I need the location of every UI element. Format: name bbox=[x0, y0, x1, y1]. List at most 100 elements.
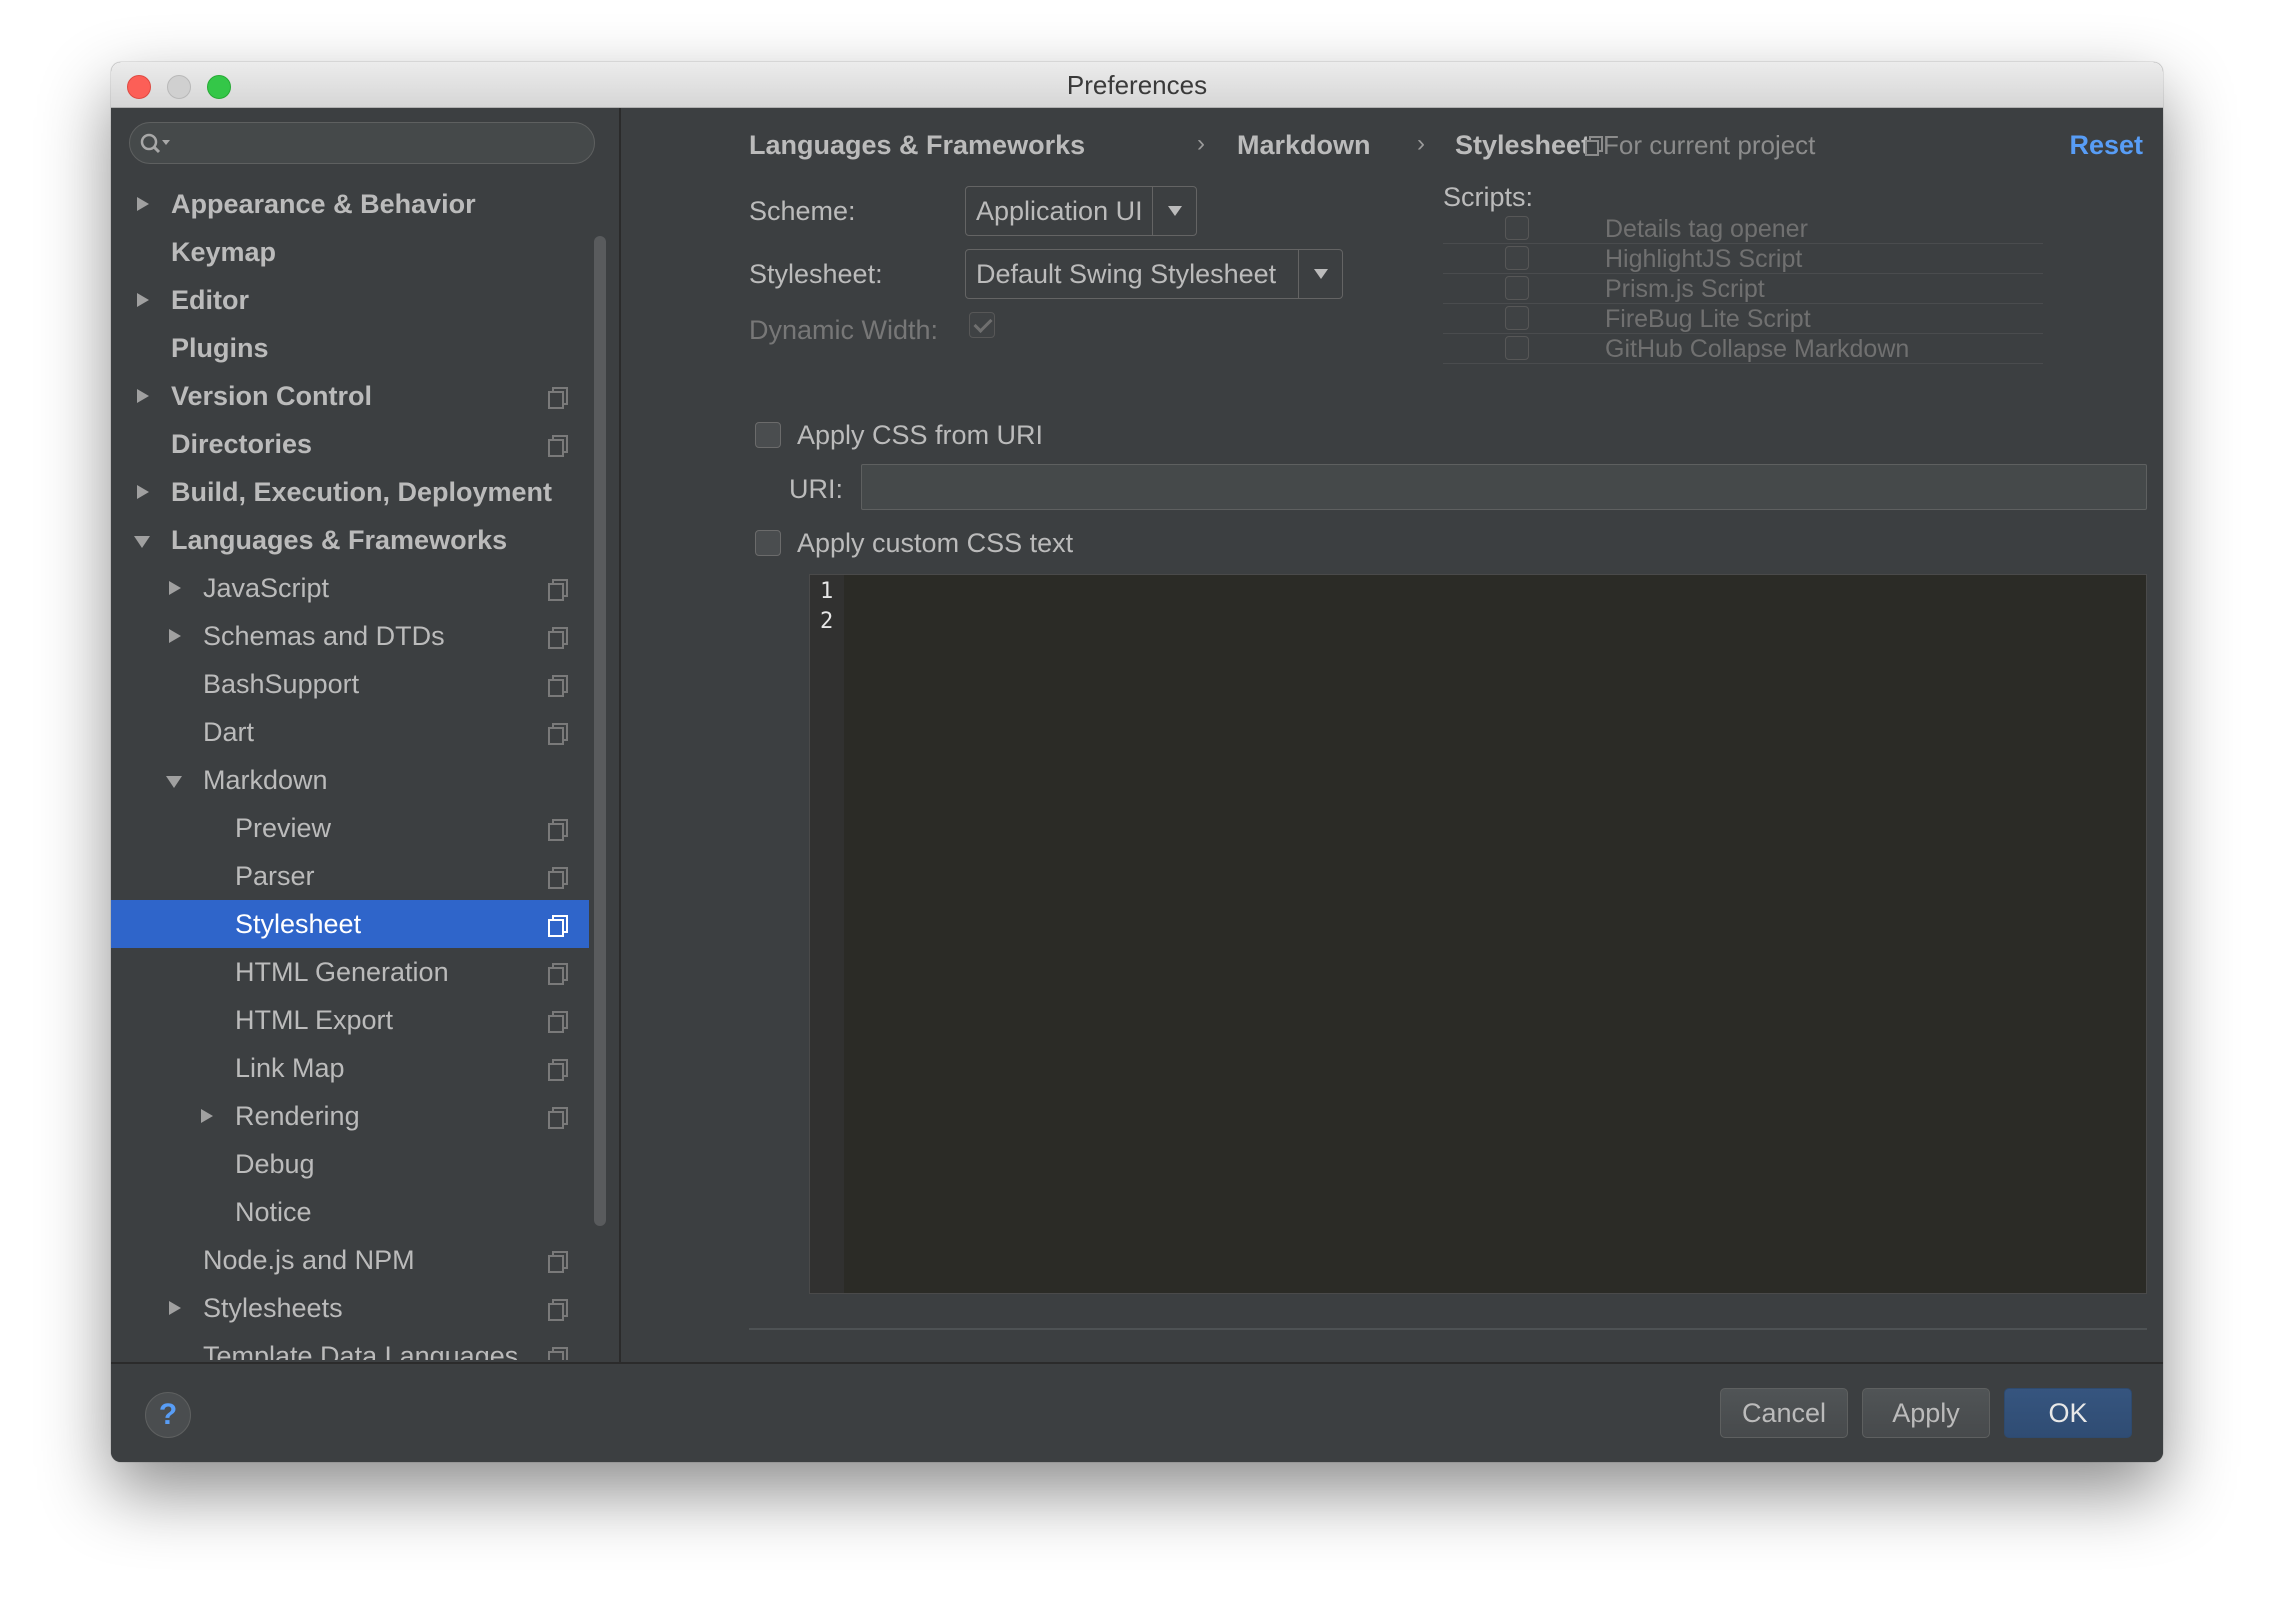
expand-arrow-right-icon[interactable] bbox=[165, 1284, 185, 1332]
sidebar-item-rendering[interactable]: Rendering bbox=[111, 1092, 589, 1140]
sidebar-item-label: Build, Execution, Deployment bbox=[171, 477, 553, 507]
reset-link[interactable]: Reset bbox=[2069, 130, 2143, 161]
project-settings-icon bbox=[548, 627, 568, 649]
sidebar-item-version-control[interactable]: Version Control bbox=[111, 372, 589, 420]
expand-arrow-right-icon[interactable] bbox=[197, 1092, 217, 1140]
sidebar-item-markdown[interactable]: Markdown bbox=[111, 756, 589, 804]
apply-css-uri-checkbox[interactable] bbox=[755, 422, 781, 448]
project-settings-icon bbox=[548, 1059, 568, 1081]
breadcrumb-markdown[interactable]: Markdown bbox=[1237, 130, 1371, 161]
sidebar-item-link-map[interactable]: Link Map bbox=[111, 1044, 589, 1092]
scheme-label: Scheme: bbox=[749, 196, 856, 226]
project-settings-icon bbox=[548, 819, 568, 841]
project-settings-icon bbox=[548, 963, 568, 985]
uri-label: URI: bbox=[789, 474, 843, 504]
sidebar-item-label: Markdown bbox=[203, 765, 328, 795]
sidebar-item-label: Parser bbox=[235, 861, 315, 891]
sidebar-item-appearance-behavior[interactable]: Appearance & Behavior bbox=[111, 180, 589, 228]
project-settings-icon bbox=[548, 915, 568, 937]
apply-custom-css-label[interactable]: Apply custom CSS text bbox=[797, 528, 1073, 559]
sidebar-item-label: Stylesheets bbox=[203, 1293, 343, 1323]
sidebar-item-debug[interactable]: Debug bbox=[111, 1140, 589, 1188]
sidebar-item-javascript[interactable]: JavaScript bbox=[111, 564, 589, 612]
sidebar-item-label: Version Control bbox=[171, 381, 373, 411]
sidebar-item-html-export[interactable]: HTML Export bbox=[111, 996, 589, 1044]
expand-arrow-right-icon[interactable] bbox=[133, 468, 153, 516]
project-settings-icon bbox=[548, 867, 568, 889]
expand-arrow-right-icon[interactable] bbox=[133, 276, 153, 324]
project-settings-icon bbox=[548, 579, 568, 601]
dialog-footer: ? Cancel Apply OK bbox=[111, 1362, 2163, 1462]
editor-gutter: 1 2 bbox=[810, 575, 844, 1293]
project-settings-icon bbox=[548, 1299, 568, 1321]
breadcrumb-stylesheet: Stylesheet bbox=[1455, 130, 1591, 160]
sidebar-item-plugins[interactable]: Plugins bbox=[111, 324, 589, 372]
cancel-button[interactable]: Cancel bbox=[1720, 1388, 1848, 1438]
scheme-value: Application UI bbox=[976, 196, 1143, 226]
sidebar-item-schemas-and-dtds[interactable]: Schemas and DTDs bbox=[111, 612, 589, 660]
stylesheet-label: Stylesheet: bbox=[749, 259, 883, 289]
sidebar-item-label: Schemas and DTDs bbox=[203, 621, 445, 651]
apply-css-uri-label[interactable]: Apply CSS from URI bbox=[797, 420, 1043, 451]
help-button[interactable]: ? bbox=[145, 1392, 191, 1438]
script-checkbox[interactable] bbox=[1505, 276, 1529, 300]
sidebar-item-parser[interactable]: Parser bbox=[111, 852, 589, 900]
sidebar-item-dart[interactable]: Dart bbox=[111, 708, 589, 756]
project-settings-icon bbox=[548, 1251, 568, 1273]
sidebar-item-languages-frameworks[interactable]: Languages & Frameworks bbox=[111, 516, 589, 564]
sidebar-item-preview[interactable]: Preview bbox=[111, 804, 589, 852]
search-icon bbox=[140, 133, 170, 154]
sidebar-item-node-js-and-npm[interactable]: Node.js and NPM bbox=[111, 1236, 589, 1284]
project-scope-icon bbox=[1585, 136, 1603, 156]
sidebar-item-notice[interactable]: Notice bbox=[111, 1188, 589, 1236]
breadcrumb-languages-frameworks[interactable]: Languages & Frameworks bbox=[749, 130, 1085, 161]
script-row: HighlightJS Script bbox=[1443, 244, 2043, 274]
sidebar-item-stylesheet[interactable]: Stylesheet bbox=[111, 900, 589, 948]
sidebar-item-editor[interactable]: Editor bbox=[111, 276, 589, 324]
breadcrumb-separator: › bbox=[1197, 130, 1205, 157]
script-checkbox[interactable] bbox=[1505, 336, 1529, 360]
sidebar-item-label: HTML Export bbox=[235, 1005, 394, 1035]
script-checkbox[interactable] bbox=[1505, 246, 1529, 270]
line-number: 2 bbox=[820, 609, 834, 634]
stylesheet-dropdown[interactable]: Default Swing Stylesheet bbox=[965, 249, 1343, 299]
apply-custom-css-checkbox[interactable] bbox=[755, 530, 781, 556]
ok-button[interactable]: OK bbox=[2004, 1388, 2132, 1438]
sidebar-item-html-generation[interactable]: HTML Generation bbox=[111, 948, 589, 996]
dynamic-width-checkbox[interactable] bbox=[969, 312, 995, 338]
expand-arrow-down-icon[interactable] bbox=[165, 756, 185, 804]
chevron-down-icon[interactable] bbox=[1298, 250, 1342, 298]
script-label: Details tag opener bbox=[1605, 215, 1808, 243]
script-checkbox[interactable] bbox=[1505, 306, 1529, 330]
sidebar-item-label: Template Data Languages bbox=[203, 1341, 519, 1360]
expand-arrow-right-icon[interactable] bbox=[133, 372, 153, 420]
project-settings-icon bbox=[548, 387, 568, 409]
sidebar-item-bashsupport[interactable]: BashSupport bbox=[111, 660, 589, 708]
project-scope-label: For current project bbox=[1603, 130, 1816, 160]
sidebar-item-template-data-languages[interactable]: Template Data Languages bbox=[111, 1332, 589, 1360]
sidebar-item-keymap[interactable]: Keymap bbox=[111, 228, 589, 276]
scheme-dropdown[interactable]: Application UI bbox=[965, 186, 1197, 236]
project-settings-icon bbox=[548, 435, 568, 457]
line-number: 1 bbox=[820, 579, 834, 604]
scripts-table: Details tag opener HighlightJS Script Pris… bbox=[1443, 214, 2043, 364]
apply-button[interactable]: Apply bbox=[1862, 1388, 1990, 1438]
script-checkbox[interactable] bbox=[1505, 216, 1529, 240]
dynamic-width-label: Dynamic Width: bbox=[749, 315, 939, 345]
sidebar-scrollbar[interactable] bbox=[594, 236, 606, 1226]
script-label: HighlightJS Script bbox=[1605, 245, 1803, 273]
custom-css-editor[interactable]: 1 2 bbox=[809, 574, 2147, 1294]
expand-arrow-down-icon[interactable] bbox=[133, 516, 153, 564]
stylesheet-value: Default Swing Stylesheet bbox=[976, 259, 1277, 289]
script-label: FireBug Lite Script bbox=[1605, 305, 1811, 333]
expand-arrow-right-icon[interactable] bbox=[133, 180, 153, 228]
sidebar-item-build-execution-deployment[interactable]: Build, Execution, Deployment bbox=[111, 468, 589, 516]
expand-arrow-right-icon[interactable] bbox=[165, 564, 185, 612]
uri-input[interactable] bbox=[861, 464, 2147, 510]
sidebar-item-directories[interactable]: Directories bbox=[111, 420, 589, 468]
settings-search-input[interactable] bbox=[129, 122, 595, 164]
sidebar-item-stylesheets[interactable]: Stylesheets bbox=[111, 1284, 589, 1332]
sidebar-item-label: Node.js and NPM bbox=[203, 1245, 415, 1275]
expand-arrow-right-icon[interactable] bbox=[165, 612, 185, 660]
chevron-down-icon[interactable] bbox=[1152, 187, 1196, 235]
